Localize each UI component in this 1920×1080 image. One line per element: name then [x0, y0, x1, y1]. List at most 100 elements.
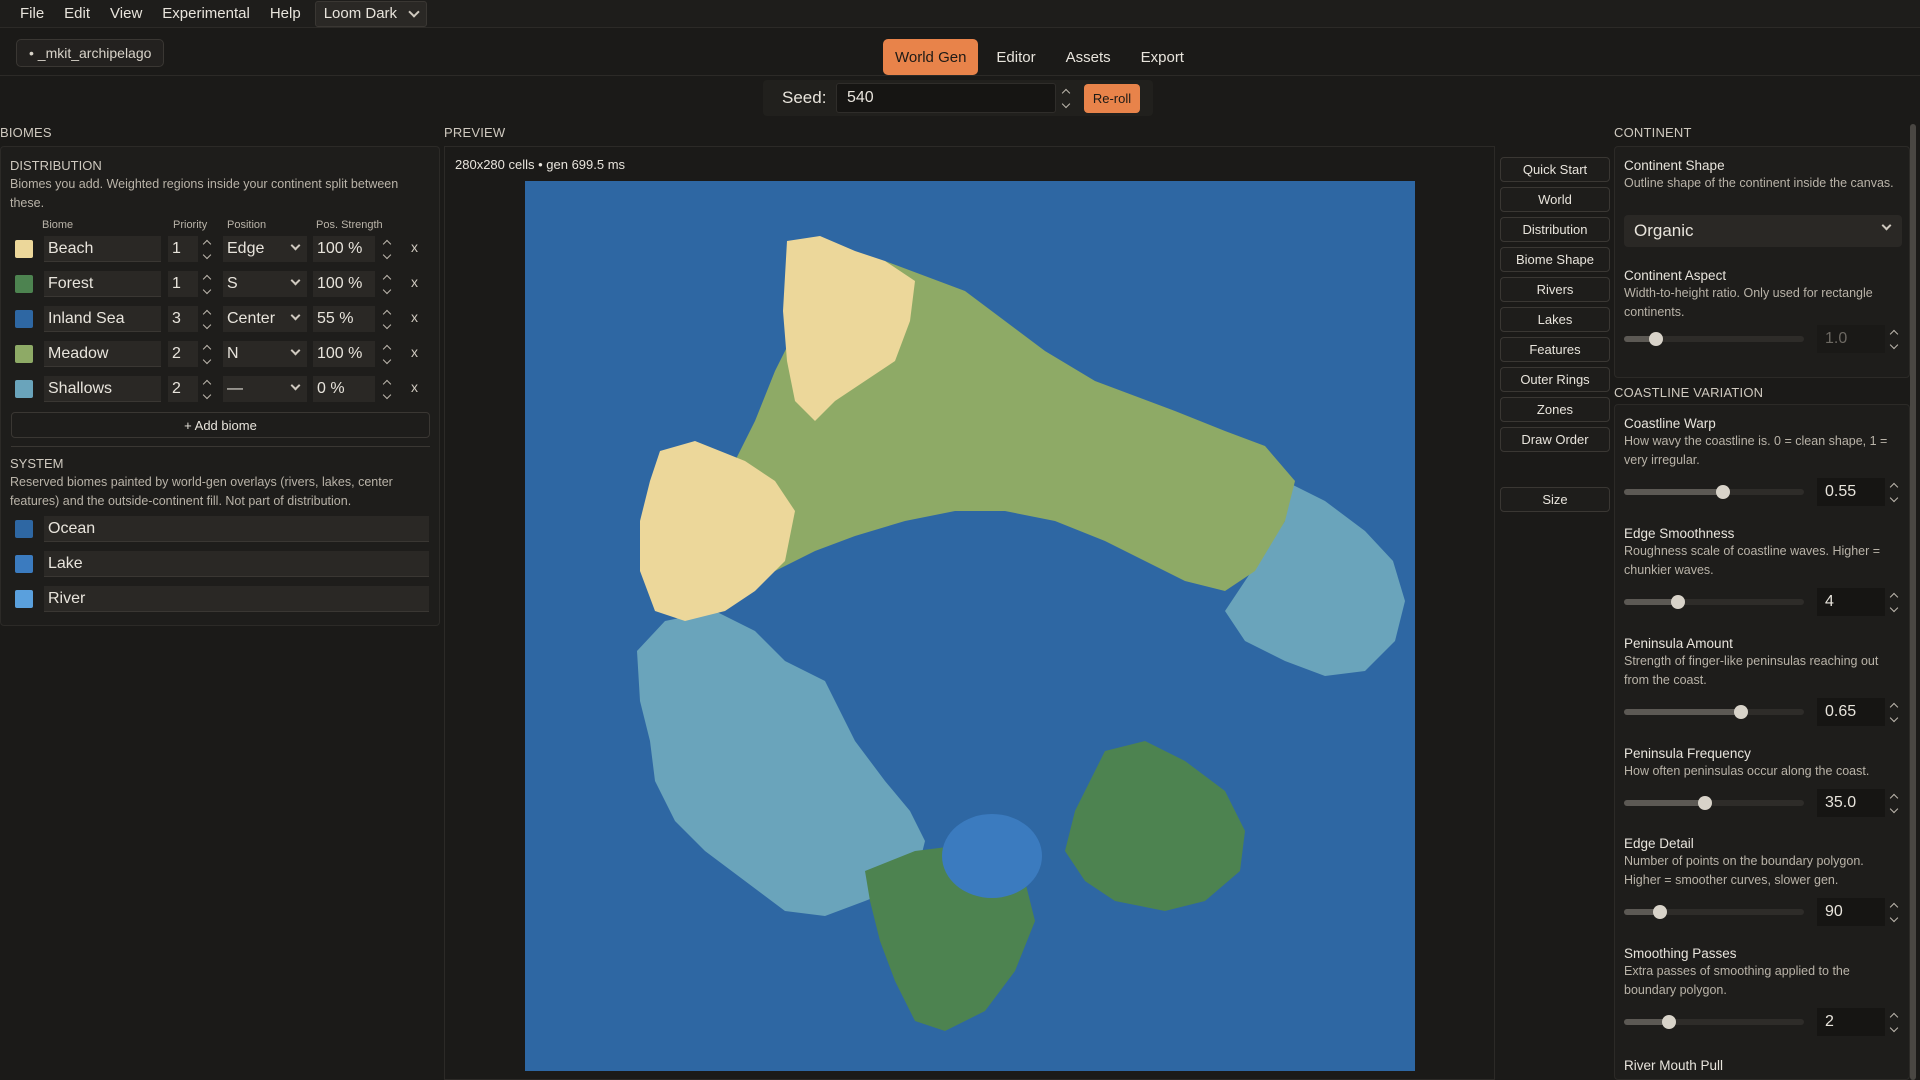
biome-strength-field[interactable]: 0 % [313, 376, 375, 402]
strength-stepper[interactable] [381, 237, 393, 261]
nav-quick-start[interactable]: Quick Start [1500, 157, 1610, 182]
seed-input[interactable]: 540 [836, 83, 1056, 113]
control-slider[interactable] [1624, 905, 1804, 919]
control-slider[interactable] [1624, 705, 1804, 719]
control-stepper[interactable] [1888, 479, 1900, 505]
slider-knob[interactable] [1698, 796, 1712, 810]
biome-priority-field[interactable]: 1 [168, 271, 198, 297]
nav-lakes[interactable]: Lakes [1500, 307, 1610, 332]
nav-distribution[interactable]: Distribution [1500, 217, 1610, 242]
continent-aspect-desc: Width-to-height ratio. Only used for rec… [1624, 286, 1873, 319]
biome-position-select[interactable]: N [223, 341, 307, 367]
theme-select[interactable]: Loom Dark [314, 0, 427, 27]
add-biome-button[interactable]: + Add biome [11, 412, 430, 438]
biome-priority-field[interactable]: 2 [168, 376, 198, 402]
reroll-button[interactable]: Re-roll [1084, 84, 1140, 113]
nav-world[interactable]: World [1500, 187, 1610, 212]
remove-biome-button[interactable]: x [411, 344, 418, 360]
biome-strength-field[interactable]: 55 % [313, 306, 375, 332]
nav-draw-order[interactable]: Draw Order [1500, 427, 1610, 452]
control-value[interactable]: 2 [1817, 1008, 1885, 1036]
biome-color-swatch[interactable] [15, 240, 33, 258]
control-value[interactable]: 90 [1817, 898, 1885, 926]
tab-export[interactable]: Export [1129, 39, 1196, 75]
continent-shape-select[interactable]: Organic [1624, 215, 1902, 247]
control-slider[interactable] [1624, 485, 1804, 499]
control-value[interactable]: 0.65 [1817, 698, 1885, 726]
scrollbar-thumb[interactable] [1910, 124, 1916, 1080]
biome-color-swatch[interactable] [15, 275, 33, 293]
tab-assets[interactable]: Assets [1054, 39, 1123, 75]
project-chip[interactable]: • _mkit_archipelago [16, 39, 165, 67]
biome-priority-field[interactable]: 3 [168, 306, 198, 332]
continent-aspect-stepper[interactable] [1888, 326, 1900, 352]
menu-help[interactable]: Help [260, 0, 311, 28]
control-slider[interactable] [1624, 796, 1804, 810]
biome-position-select[interactable]: Center [223, 306, 307, 332]
biome-strength-field[interactable]: 100 % [313, 236, 375, 262]
priority-stepper[interactable] [201, 307, 213, 331]
remove-biome-button[interactable]: x [411, 239, 418, 255]
continent-aspect-value[interactable]: 1.0 [1817, 325, 1885, 353]
nav-zones[interactable]: Zones [1500, 397, 1610, 422]
biome-name-field[interactable]: Beach [44, 236, 161, 262]
tab-world-gen[interactable]: World Gen [883, 39, 979, 75]
menu-view[interactable]: View [100, 0, 152, 28]
biome-name-field[interactable]: Shallows [44, 376, 161, 402]
tab-editor[interactable]: Editor [984, 39, 1047, 75]
biome-color-swatch[interactable] [15, 380, 33, 398]
continent-aspect-slider[interactable] [1624, 332, 1804, 346]
biome-color-swatch[interactable] [15, 310, 33, 328]
world-map[interactable] [525, 181, 1415, 1071]
nav-features[interactable]: Features [1500, 337, 1610, 362]
control-value[interactable]: 0.55 [1817, 478, 1885, 506]
slider-knob[interactable] [1653, 905, 1667, 919]
remove-biome-button[interactable]: x [411, 309, 418, 325]
remove-biome-button[interactable]: x [411, 379, 418, 395]
biome-strength-field[interactable]: 100 % [313, 271, 375, 297]
biome-priority-field[interactable]: 1 [168, 236, 198, 262]
menu-file[interactable]: File [10, 0, 54, 28]
slider-knob[interactable] [1716, 485, 1730, 499]
slider-knob[interactable] [1671, 595, 1685, 609]
control-stepper[interactable] [1888, 589, 1900, 615]
biome-position-select[interactable]: Edge [223, 236, 307, 262]
biome-position-select[interactable]: — [223, 376, 307, 402]
control-slider[interactable] [1624, 595, 1804, 609]
slider-knob[interactable] [1662, 1015, 1676, 1029]
biome-name-field[interactable]: Meadow [44, 341, 161, 367]
seed-stepper[interactable] [1060, 84, 1072, 112]
control-stepper[interactable] [1888, 790, 1900, 816]
strength-stepper[interactable] [381, 272, 393, 296]
priority-stepper[interactable] [201, 272, 213, 296]
slider-knob[interactable] [1649, 332, 1663, 346]
menu-edit[interactable]: Edit [54, 0, 100, 28]
chevron-down-icon [1889, 493, 1899, 502]
priority-stepper[interactable] [201, 377, 213, 401]
biome-name-field[interactable]: Inland Sea [44, 306, 161, 332]
control-stepper[interactable] [1888, 699, 1900, 725]
control-slider[interactable] [1624, 1015, 1804, 1029]
menu-experimental[interactable]: Experimental [152, 0, 260, 28]
biome-priority-field[interactable]: 2 [168, 341, 198, 367]
nav-size[interactable]: Size [1500, 487, 1610, 512]
priority-stepper[interactable] [201, 237, 213, 261]
biome-name-field[interactable]: Forest [44, 271, 161, 297]
nav-biome-shape[interactable]: Biome Shape [1500, 247, 1610, 272]
biome-strength-field[interactable]: 100 % [313, 341, 375, 367]
nav-outer-rings[interactable]: Outer Rings [1500, 367, 1610, 392]
strength-stepper[interactable] [381, 307, 393, 331]
control-value[interactable]: 35.0 [1817, 789, 1885, 817]
control-value[interactable]: 4 [1817, 588, 1885, 616]
biome-position-select[interactable]: S [223, 271, 307, 297]
control-stepper[interactable] [1888, 899, 1900, 925]
biome-color-swatch[interactable] [15, 345, 33, 363]
remove-biome-button[interactable]: x [411, 274, 418, 290]
nav-rivers[interactable]: Rivers [1500, 277, 1610, 302]
strength-stepper[interactable] [381, 342, 393, 366]
strength-stepper[interactable] [381, 377, 393, 401]
slider-knob[interactable] [1734, 705, 1748, 719]
priority-stepper[interactable] [201, 342, 213, 366]
control-stepper[interactable] [1888, 1009, 1900, 1035]
right-scrollbar[interactable] [1910, 124, 1916, 1080]
